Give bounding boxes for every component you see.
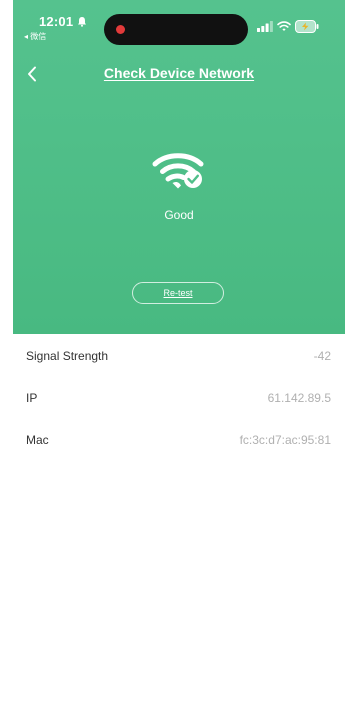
ip-label: IP bbox=[26, 391, 38, 405]
signal-strength-row: Signal Strength -42 bbox=[26, 346, 331, 366]
device-network-screen: 12:01 ◂ 微信 Check Device Network Good Re-… bbox=[13, 0, 345, 705]
mac-value: fc:3c:d7:ac:95:81 bbox=[239, 433, 331, 447]
status-time: 12:01 bbox=[39, 14, 74, 29]
dynamic-island bbox=[104, 14, 248, 45]
cellular-signal-icon bbox=[257, 21, 273, 32]
wifi-check-icon bbox=[152, 153, 204, 189]
ip-value: 61.142.89.5 bbox=[267, 391, 331, 405]
wifi-status-icon bbox=[277, 21, 291, 31]
mac-label: Mac bbox=[26, 433, 49, 447]
battery-charging-icon bbox=[295, 20, 319, 33]
page-title: Check Device Network bbox=[103, 65, 255, 81]
network-status-panel: 12:01 ◂ 微信 Check Device Network Good Re-… bbox=[13, 0, 345, 334]
retest-button[interactable]: Re-test bbox=[132, 282, 224, 304]
signal-strength-value: -42 bbox=[313, 349, 331, 363]
ip-row: IP 61.142.89.5 bbox=[26, 388, 331, 408]
recording-indicator-icon bbox=[116, 25, 125, 34]
return-to-app-link[interactable]: ◂ 微信 bbox=[24, 31, 46, 42]
signal-strength-label: Signal Strength bbox=[26, 349, 109, 363]
mac-row: Mac fc:3c:d7:ac:95:81 bbox=[26, 430, 331, 450]
notification-bell-icon bbox=[78, 17, 86, 27]
network-status-text: Good bbox=[164, 208, 194, 222]
